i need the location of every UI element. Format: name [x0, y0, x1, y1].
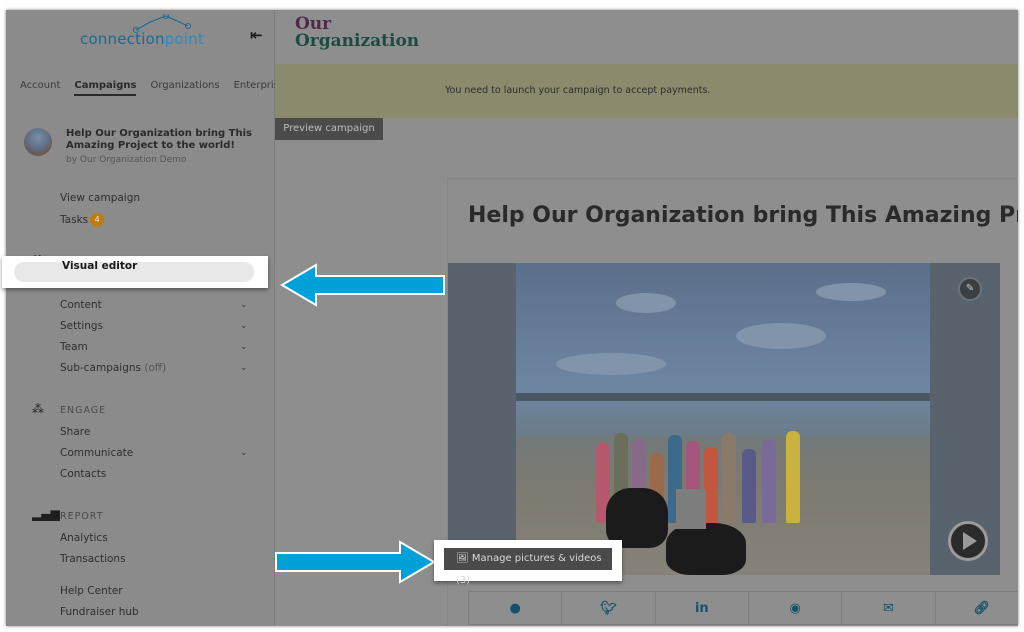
- email-icon[interactable]: ✉: [842, 592, 936, 624]
- campaign-title: Help Our Organization bring This Amazing…: [66, 128, 252, 151]
- tab-organizations[interactable]: Organizations: [150, 80, 219, 96]
- tab-account[interactable]: Account: [20, 80, 60, 96]
- tasks-label: Tasks: [60, 214, 89, 226]
- sidebar-item-share[interactable]: Share: [60, 426, 90, 438]
- campaign-photo: [516, 263, 930, 575]
- link-icon[interactable]: 🔗︎: [936, 592, 1018, 624]
- facebook-icon[interactable]: ●: [469, 592, 563, 624]
- visual-editor-highlight: Visual editor: [2, 256, 268, 288]
- tasks-link[interactable]: Tasks 4: [60, 213, 105, 227]
- sidebar-item-contacts[interactable]: Contacts: [60, 468, 106, 480]
- organization-name: Our Organization: [295, 16, 419, 50]
- linkedin-icon[interactable]: in: [656, 592, 749, 624]
- sidebar-item-analytics[interactable]: Analytics: [60, 532, 108, 544]
- manage-pictures-videos-button[interactable]: 🖼︎ Manage pictures & videos (3): [444, 548, 612, 586]
- campaign-owner: by Our Organization Demo: [66, 155, 187, 165]
- tasks-count-badge: 4: [90, 213, 105, 227]
- top-nav: Account Campaigns Organizations Enterpri…: [20, 80, 285, 96]
- report-section-label: REPORT: [60, 511, 104, 522]
- chevron-down-icon[interactable]: ⌄: [240, 342, 248, 352]
- image-icon: 🖼︎: [456, 553, 469, 564]
- share-bar: ● 🐦︎ in ◉ ✉ 🔗︎: [468, 591, 1018, 625]
- arrow-left-pointer-icon: [280, 263, 445, 307]
- sidebar: connectionpoint ⇤ Account Campaigns Orga…: [6, 10, 285, 626]
- manage-media-highlight: 🖼︎ Manage pictures & videos (3): [434, 540, 622, 586]
- twitter-icon[interactable]: 🐦︎: [562, 592, 656, 624]
- engage-section-label: ENGAGE: [60, 405, 107, 416]
- play-video-icon[interactable]: [948, 521, 988, 561]
- launch-notice-banner: You need to launch your campaign to acce…: [275, 64, 1018, 118]
- messenger-icon[interactable]: ◉: [749, 592, 843, 624]
- logo[interactable]: connectionpoint: [80, 14, 220, 52]
- org-name-line2: Organization: [295, 31, 420, 51]
- help-center-link[interactable]: Help Center: [60, 585, 123, 597]
- arrow-right-pointer-icon: [275, 540, 436, 584]
- chevron-down-icon[interactable]: ⌄: [240, 321, 248, 331]
- report-chart-icon: ▂▄▆: [32, 507, 60, 521]
- collapse-left-icon[interactable]: ⇤: [250, 26, 263, 44]
- chevron-down-icon[interactable]: ⌄: [240, 448, 248, 458]
- tab-campaigns[interactable]: Campaigns: [74, 80, 137, 96]
- campaign-avatar: [24, 128, 52, 156]
- campaign-page-title: Help Our Organization bring This Amazing…: [468, 203, 1018, 228]
- sidebar-item-sub-campaigns[interactable]: Sub-campaigns (off): [60, 362, 166, 374]
- media-carousel[interactable]: ✎: [448, 263, 1000, 575]
- main-content: Our Organization You need to launch your…: [275, 10, 1018, 626]
- sidebar-item-settings[interactable]: Settings: [60, 320, 103, 332]
- edit-pencil-icon[interactable]: ✎: [958, 277, 982, 301]
- sidebar-item-team[interactable]: Team: [60, 341, 88, 353]
- chevron-down-icon[interactable]: ⌄: [240, 363, 248, 373]
- sub-campaigns-status: (off): [144, 362, 167, 374]
- sidebar-item-content[interactable]: Content: [60, 299, 102, 311]
- carousel-prev-area[interactable]: [448, 263, 516, 575]
- chevron-down-icon[interactable]: ⌄: [240, 300, 248, 310]
- logo-text: connectionpoint: [80, 30, 204, 48]
- engage-network-icon: ⁂: [32, 402, 44, 416]
- app-window: connectionpoint ⇤ Account Campaigns Orga…: [6, 10, 1018, 626]
- visual-editor-label: Visual editor: [62, 260, 138, 272]
- view-campaign-link[interactable]: View campaign: [60, 192, 140, 204]
- fundraiser-hub-link[interactable]: Fundraiser hub: [60, 606, 139, 618]
- sub-campaigns-label: Sub-campaigns: [60, 362, 142, 374]
- sidebar-item-communicate[interactable]: Communicate: [60, 447, 133, 459]
- notice-text: You need to launch your campaign to acce…: [445, 85, 711, 96]
- sidebar-item-transactions[interactable]: Transactions: [60, 553, 126, 565]
- preview-campaign-button[interactable]: Preview campaign: [275, 118, 383, 140]
